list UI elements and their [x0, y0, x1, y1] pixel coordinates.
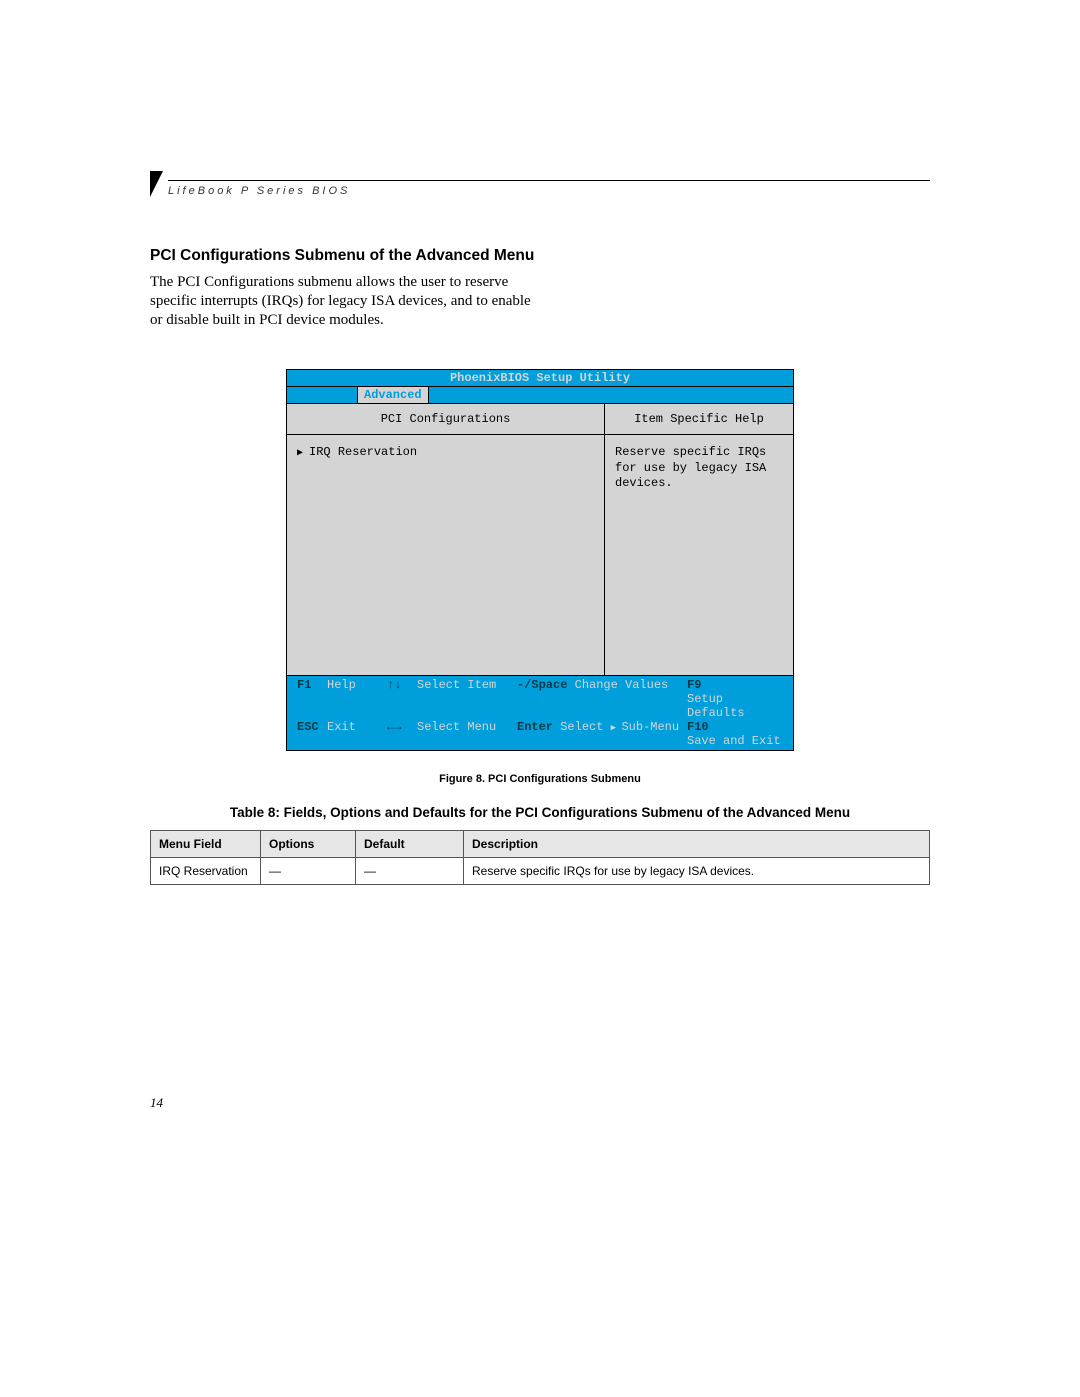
options-table: Menu Field Options Default Description I… [150, 830, 930, 885]
bios-tab-advanced[interactable]: Advanced [357, 387, 429, 403]
bios-utility-title: PhoenixBIOS Setup Utility [287, 370, 793, 387]
bios-label-help: Help [327, 678, 356, 692]
section-body: The PCI Configurations submenu allows th… [150, 273, 545, 329]
section-heading: PCI Configurations Submenu of the Advanc… [150, 247, 930, 265]
td-options: — [261, 858, 356, 885]
figure-caption: Figure 8. PCI Configurations Submenu [150, 773, 930, 785]
td-description: Reserve specific IRQs for use by legacy … [464, 858, 930, 885]
bios-label-select-item: Select Item [417, 678, 496, 692]
header-triangle-icon [150, 171, 163, 197]
bios-key-enter: Enter [517, 720, 553, 734]
bios-right-heading: Item Specific Help [605, 404, 793, 435]
td-default: — [356, 858, 464, 885]
th-default: Default [356, 831, 464, 858]
table-row: IRQ Reservation — — Reserve specific IRQ… [151, 858, 930, 885]
bios-label-submenu: Sub-Menu [611, 720, 679, 734]
bios-tab-bar: Advanced [287, 387, 793, 404]
bios-label-setup-defaults: Setup Defaults [687, 692, 783, 720]
bios-screenshot: PhoenixBIOS Setup Utility Advanced PCI C… [286, 369, 794, 751]
bios-label-save-exit: Save and Exit [687, 734, 781, 748]
bios-key-esc: ESC [297, 720, 327, 734]
page-number: 14 [150, 1095, 163, 1111]
bios-label-select-menu: Select Menu [417, 720, 496, 734]
th-description: Description [464, 831, 930, 858]
bios-label-change-values: Change Values [575, 678, 669, 692]
bios-label-select: Select [560, 720, 603, 734]
td-menu-field: IRQ Reservation [151, 858, 261, 885]
bios-key-space: -/Space [517, 678, 567, 692]
bios-key-f9: F9 [687, 678, 717, 692]
bios-menu-item-irq-reservation[interactable]: IRQ Reservation [297, 445, 594, 459]
th-options: Options [261, 831, 356, 858]
bios-key-updown: ↑↓ [387, 678, 417, 692]
table-caption: Table 8: Fields, Options and Defaults fo… [150, 805, 930, 820]
th-menu-field: Menu Field [151, 831, 261, 858]
bios-key-f1: F1 [297, 678, 327, 692]
bios-key-leftright: ←→ [387, 720, 417, 734]
bios-left-heading: PCI Configurations [287, 404, 604, 435]
running-header-text: LifeBook P Series BIOS [168, 185, 930, 197]
bios-label-exit: Exit [327, 720, 356, 734]
bios-footer: F1Help ↑↓Select Item -/Space Change Valu… [287, 676, 793, 750]
bios-help-text: Reserve specific IRQs for use by legacy … [615, 445, 783, 492]
bios-key-f10: F10 [687, 720, 717, 734]
running-header: LifeBook P Series BIOS [150, 165, 930, 197]
